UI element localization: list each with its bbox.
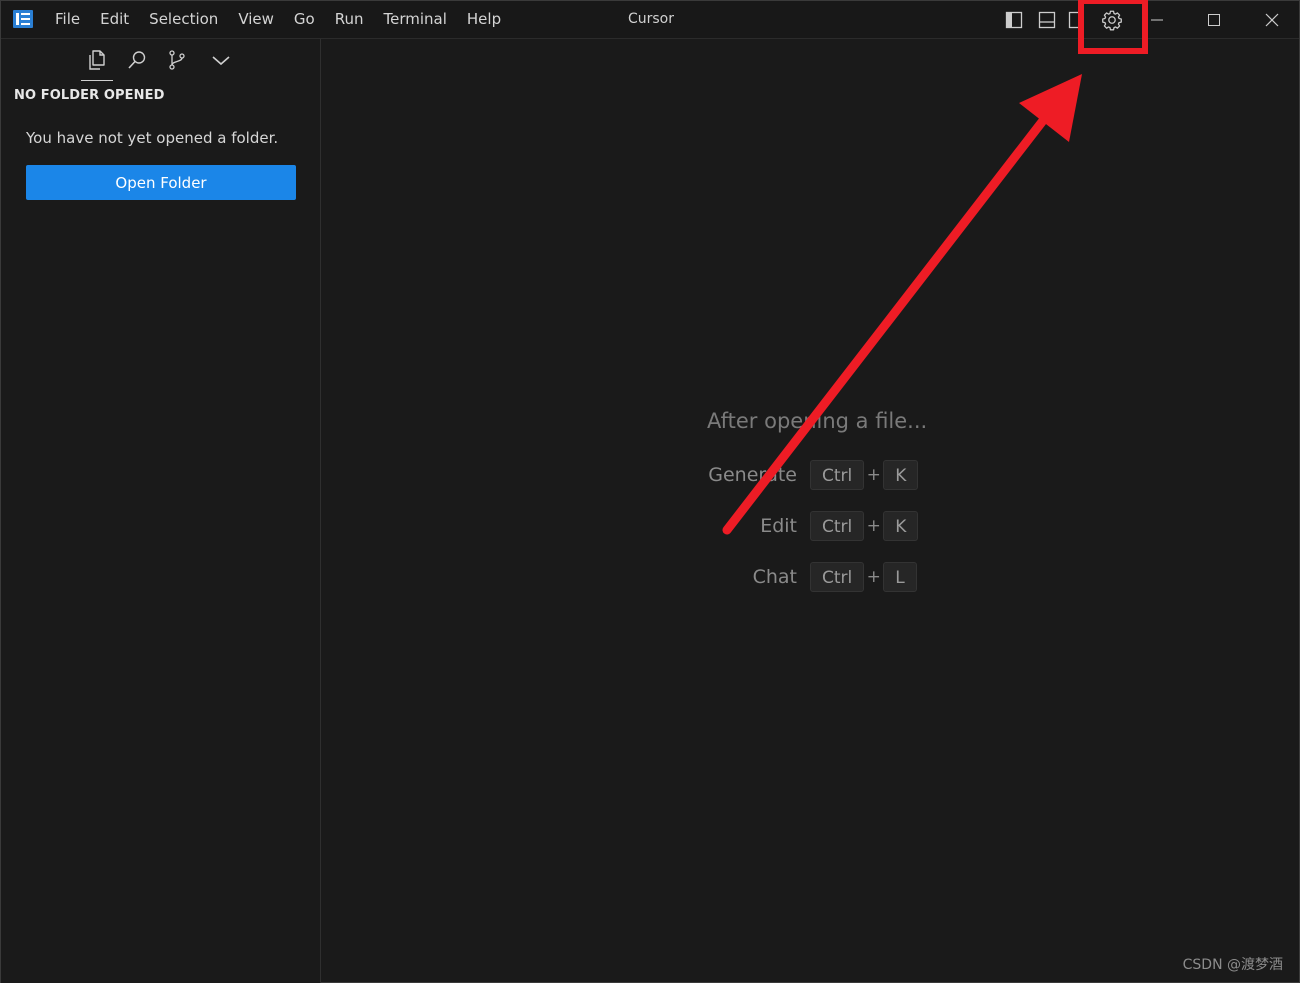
menu-selection[interactable]: Selection bbox=[139, 1, 228, 38]
close-icon bbox=[1265, 13, 1279, 26]
maximize-button[interactable] bbox=[1197, 1, 1231, 38]
kbd-plus: + bbox=[866, 567, 881, 587]
close-button[interactable] bbox=[1255, 1, 1289, 38]
watermark: CSDN @渡梦酒 bbox=[1182, 957, 1283, 973]
search-icon bbox=[128, 51, 146, 69]
kbd-key: K bbox=[883, 460, 919, 490]
toggle-primary-sidebar-button[interactable] bbox=[1003, 1, 1025, 38]
editor-hint-title: After opening a file... bbox=[707, 409, 928, 433]
title-bar: File Edit Selection View Go Run Terminal… bbox=[1, 1, 1299, 39]
gear-icon bbox=[1102, 10, 1122, 30]
hint-label: Chat bbox=[752, 566, 797, 588]
source-control-tab[interactable] bbox=[157, 39, 197, 81]
hint-row-generate: Generate Ctrl + K bbox=[691, 460, 919, 490]
hint-label: Edit bbox=[760, 515, 797, 537]
cursor-logo-icon bbox=[13, 9, 33, 29]
menu-edit[interactable]: Edit bbox=[90, 1, 139, 38]
open-folder-button[interactable]: Open Folder bbox=[26, 165, 296, 200]
menu-go[interactable]: Go bbox=[284, 1, 325, 38]
settings-button[interactable] bbox=[1099, 1, 1125, 38]
search-tab[interactable] bbox=[117, 39, 157, 81]
menu-file[interactable]: File bbox=[45, 1, 90, 38]
hint-row-chat: Chat Ctrl + L bbox=[691, 562, 917, 592]
window-title: Cursor bbox=[627, 11, 675, 27]
sidebar-header: NO FOLDER OPENED bbox=[14, 88, 165, 103]
more-views-button[interactable] bbox=[201, 39, 241, 81]
kbd-ctrl: Ctrl bbox=[810, 511, 865, 541]
menu-view[interactable]: View bbox=[228, 1, 284, 38]
hint-label: Generate bbox=[708, 464, 797, 486]
minimize-button[interactable] bbox=[1141, 1, 1173, 38]
kbd-ctrl: Ctrl bbox=[810, 460, 865, 490]
sidebar-layout-icon bbox=[1005, 11, 1023, 28]
minimize-icon bbox=[1151, 19, 1163, 20]
files-icon bbox=[89, 50, 105, 70]
kbd-key: L bbox=[883, 562, 917, 592]
menu-terminal[interactable]: Terminal bbox=[374, 1, 457, 38]
kbd-plus: + bbox=[866, 465, 881, 485]
chevron-down-icon bbox=[212, 56, 230, 66]
maximize-icon bbox=[1208, 13, 1220, 26]
explorer-tab[interactable] bbox=[77, 39, 117, 81]
secondary-sidebar-icon bbox=[1068, 11, 1084, 28]
toggle-panel-button[interactable] bbox=[1036, 1, 1058, 38]
menu-help[interactable]: Help bbox=[457, 1, 511, 38]
kbd-key: K bbox=[883, 511, 919, 541]
activity-bar bbox=[77, 39, 241, 81]
panel-layout-icon bbox=[1038, 11, 1056, 28]
no-folder-message: You have not yet opened a folder. bbox=[26, 129, 279, 147]
hint-row-edit: Edit Ctrl + K bbox=[691, 511, 919, 541]
menu-run[interactable]: Run bbox=[325, 1, 374, 38]
kbd-plus: + bbox=[866, 516, 881, 536]
cursor-window: File Edit Selection View Go Run Terminal… bbox=[0, 0, 1300, 983]
primary-sidebar: NO FOLDER OPENED You have not yet opened… bbox=[1, 39, 321, 983]
toggle-secondary-sidebar-button[interactable] bbox=[1067, 1, 1085, 38]
source-control-icon bbox=[169, 50, 185, 70]
kbd-ctrl: Ctrl bbox=[810, 562, 865, 592]
menu-bar: File Edit Selection View Go Run Terminal… bbox=[45, 1, 511, 38]
